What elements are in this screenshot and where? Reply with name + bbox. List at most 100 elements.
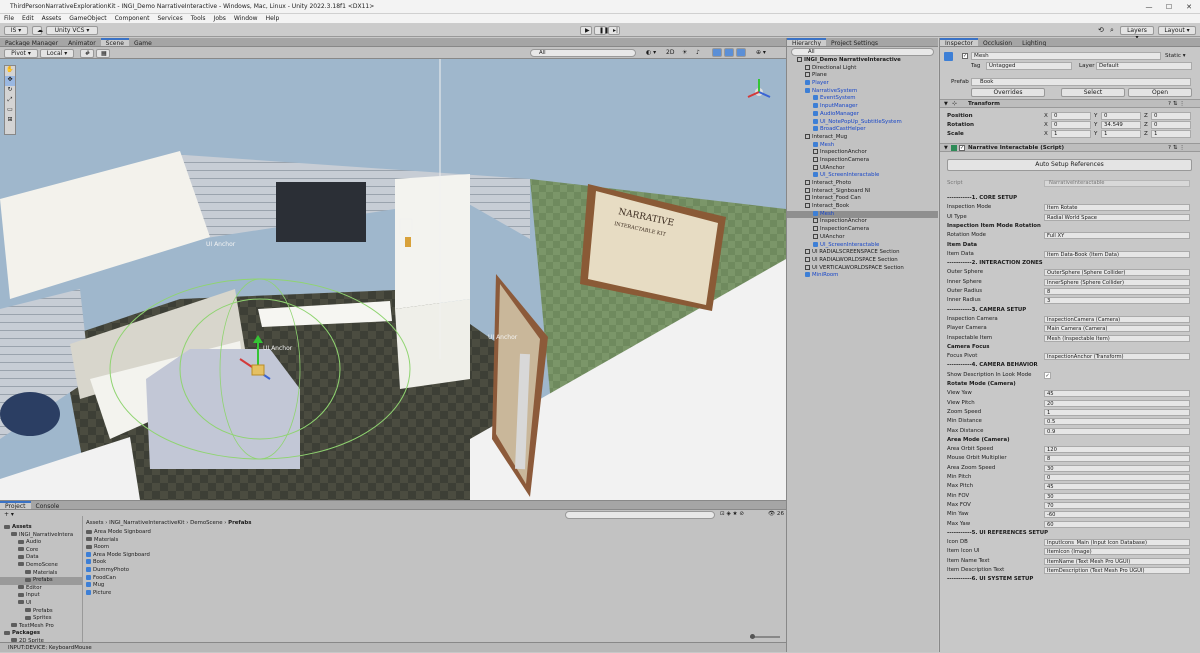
scale-tool-icon[interactable]: ⤢ [5, 96, 15, 106]
hierarchy-item[interactable]: UIAnchor [787, 164, 938, 173]
layout-dropdown[interactable]: Layout ▾ [1158, 26, 1196, 35]
hierarchy-item[interactable]: Directional Light [787, 64, 938, 73]
hierarchy-item[interactable]: Interact_Signboard NI [787, 187, 938, 196]
transform-tool-icon[interactable]: ⊞ [5, 116, 15, 126]
orientation-gizmo[interactable] [744, 77, 774, 107]
property-value-field[interactable]: 45 [1044, 390, 1190, 398]
folder-tree-item[interactable]: Input [0, 592, 82, 600]
camera-icon[interactable] [724, 48, 734, 57]
menu-assets[interactable]: Assets [38, 14, 66, 24]
active-checkbox[interactable]: ✓ [962, 53, 968, 59]
effects-icon[interactable] [712, 48, 722, 57]
hierarchy-item[interactable]: BroadCastHelper [787, 126, 938, 134]
tab-hierarchy[interactable]: Hierarchy [787, 38, 827, 46]
property-value-field[interactable]: 70 [1044, 501, 1190, 509]
property-value-field[interactable]: InspectionCamera (Camera) [1044, 315, 1190, 323]
tab-project-settings[interactable]: Project Settings [826, 39, 883, 46]
grid-toggle-button[interactable]: ▦ [96, 49, 110, 58]
transform-scale-x-field[interactable]: 1 [1051, 130, 1091, 138]
property-value-field[interactable]: 1 [1044, 408, 1190, 416]
folder-tree-item[interactable]: Packages [0, 630, 82, 638]
folder-tree-item[interactable]: UI [0, 600, 82, 608]
hierarchy-item[interactable]: UI VERTICALWORLDSPACE Section [787, 264, 938, 273]
hierarchy-item[interactable]: Mesh [787, 141, 938, 150]
breadcrumb-item[interactable]: Prefabs [228, 520, 251, 526]
play-button[interactable]: ▶ [580, 26, 592, 35]
hierarchy-item[interactable]: AudioManager [787, 110, 938, 119]
menu-edit[interactable]: Edit [18, 14, 38, 24]
tab-package-manager[interactable]: Package Manager [0, 39, 63, 46]
menu-help[interactable]: Help [262, 14, 284, 24]
hierarchy-item[interactable]: EventSystem [787, 95, 938, 103]
transform-rotation-y-field[interactable]: 34.549 [1101, 121, 1141, 129]
history-icon[interactable]: ⟲ [1098, 26, 1104, 34]
menu-window[interactable]: Window [230, 14, 262, 24]
menu-tools[interactable]: Tools [187, 14, 210, 24]
script-component-header[interactable]: ▼ ✓ Narrative Interactable (Script) ? ⇅ … [940, 143, 1200, 152]
prefab-field[interactable]: Book [971, 78, 1191, 86]
hierarchy-item[interactable]: UI_ScreenInteractable [787, 241, 938, 250]
open-button[interactable]: Open [1128, 88, 1192, 97]
property-value-field[interactable]: Full XY [1044, 232, 1190, 240]
asset-item[interactable]: Area Mode Signboard [86, 551, 386, 560]
hierarchy-item[interactable]: Interact_Book [787, 203, 938, 211]
hierarchy-item[interactable]: Plane [787, 72, 938, 80]
property-value-field[interactable]: 0 [1044, 474, 1190, 481]
tag-dropdown[interactable]: Untagged [986, 62, 1072, 70]
step-button[interactable]: ▸| [608, 26, 620, 35]
layer-dropdown[interactable]: Default [1096, 62, 1192, 70]
tab-lighting[interactable]: Lighting [1017, 39, 1051, 46]
script-enabled-checkbox[interactable]: ✓ [959, 145, 965, 151]
mode-2d-toggle[interactable]: 2D [666, 49, 674, 56]
menu-component[interactable]: Component [111, 14, 154, 24]
hierarchy-item[interactable]: UIAnchor [787, 233, 938, 242]
search-icon[interactable]: ⌕ [1110, 26, 1114, 35]
transform-rotation-x-field[interactable]: 0 [1051, 121, 1091, 129]
property-value-field[interactable]: InnerSphere (Sphere Collider) [1044, 278, 1190, 286]
hierarchy-item[interactable]: INGI_Demo NarrativeInteractive [787, 57, 938, 65]
property-value-field[interactable]: Item Rotate [1044, 204, 1190, 212]
asset-item[interactable]: Book [86, 559, 386, 567]
breadcrumb-item[interactable]: Assets [86, 520, 104, 526]
transform-position-y-field[interactable]: 0 [1101, 112, 1141, 120]
minimize-button[interactable]: — [1142, 2, 1156, 12]
hierarchy-item[interactable]: UI RADIALWORLDSPACE Section [787, 256, 938, 265]
hierarchy-item[interactable]: InspectionCamera [787, 156, 938, 165]
vcs-button[interactable]: Unity VCS ▾ [46, 26, 98, 35]
property-value-field[interactable]: 8 [1044, 288, 1190, 295]
cloud-icon[interactable]: ☁ [32, 26, 43, 35]
property-value-field[interactable]: Mesh (Inspectable Item) [1044, 334, 1190, 342]
hand-tool-icon[interactable]: ✋ [5, 66, 15, 76]
folder-tree-item[interactable]: Materials [0, 570, 82, 578]
folder-tree-item[interactable]: Prefabs [0, 608, 82, 616]
rotate-tool-icon[interactable]: ↻ [5, 86, 15, 96]
hierarchy-item[interactable]: Mesh [787, 210, 938, 219]
breadcrumb-item[interactable]: INGI_NarrativeInteractiveKit [109, 520, 184, 526]
transform-rotation-z-field[interactable]: 0 [1151, 121, 1191, 129]
property-value-field[interactable]: ItemIcon (Image) [1044, 548, 1190, 556]
grid-snap-button[interactable]: # [80, 49, 94, 58]
property-value-field[interactable]: ItemDescription (Text Mesh Pro UGUI) [1044, 567, 1190, 574]
tab-project[interactable]: Project [0, 501, 31, 509]
lighting-icon[interactable]: ☀ [682, 49, 687, 56]
asset-item[interactable]: Area Mode Signboard [86, 529, 386, 537]
scene-view[interactable]: NARRATIVE INTERACTABLE KIT UI Anchor UI … [0, 59, 786, 500]
folder-tree-item[interactable]: Assets [0, 524, 82, 532]
hierarchy-item[interactable]: Interact_Mug [787, 133, 938, 142]
gizmo-menu-icon[interactable]: ⊕ ▾ [756, 49, 766, 56]
folder-tree-item[interactable]: Editor [0, 585, 82, 593]
project-divider[interactable] [82, 516, 83, 642]
book-mesh[interactable] [251, 364, 265, 376]
static-toggle[interactable]: Static ▾ [1165, 53, 1186, 59]
hierarchy-item[interactable]: UI_ScreenInteractable [787, 172, 938, 180]
asset-item[interactable]: Room [86, 544, 386, 552]
create-button[interactable]: + ▾ [4, 511, 14, 518]
folder-tree-item[interactable]: INGI_NarrativeIntera [0, 532, 82, 540]
property-value-field[interactable]: 20 [1044, 399, 1190, 407]
property-value-field[interactable]: Item Data-Book (Item Data) [1044, 250, 1190, 258]
move-tool-icon[interactable]: ✥ [5, 76, 15, 86]
hierarchy-item[interactable]: UI RADIALSCREENSPACE Section [787, 249, 938, 257]
folder-tree-item[interactable]: Data [0, 554, 82, 562]
hierarchy-item[interactable]: InspectionAnchor [787, 149, 938, 157]
gizmos-icon[interactable] [736, 48, 746, 57]
